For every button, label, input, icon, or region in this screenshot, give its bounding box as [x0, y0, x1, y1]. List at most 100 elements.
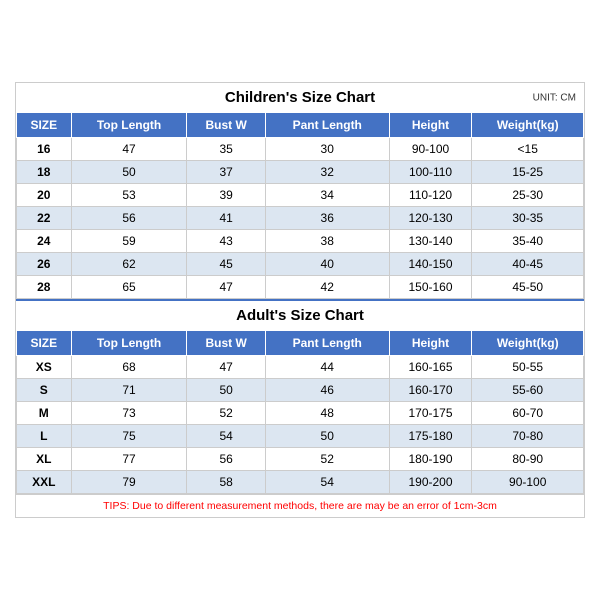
table-row: XL775652180-19080-90 [17, 448, 584, 471]
table-cell: 190-200 [389, 471, 472, 494]
table-cell: 54 [265, 471, 389, 494]
table-cell: <15 [472, 138, 584, 161]
table-cell: 110-120 [389, 184, 472, 207]
table-cell: M [17, 402, 72, 425]
table-cell: 55-60 [472, 379, 584, 402]
table-cell: 36 [265, 207, 389, 230]
table-cell: L [17, 425, 72, 448]
unit-label: UNIT: CM [533, 92, 576, 103]
table-cell: 56 [71, 207, 187, 230]
table-cell: 180-190 [389, 448, 472, 471]
table-row: XXL795854190-20090-100 [17, 471, 584, 494]
table-cell: 39 [187, 184, 265, 207]
table-row: 24594338130-14035-40 [17, 230, 584, 253]
table-cell: 140-150 [389, 253, 472, 276]
table-cell: S [17, 379, 72, 402]
table-cell: 150-160 [389, 276, 472, 299]
children-title-text: Children's Size Chart [225, 89, 375, 106]
table-cell: 175-180 [389, 425, 472, 448]
table-cell: 40 [265, 253, 389, 276]
table-cell: XXL [17, 471, 72, 494]
table-cell: 25-30 [472, 184, 584, 207]
table-cell: 38 [265, 230, 389, 253]
table-cell: 40-45 [472, 253, 584, 276]
table-cell: 90-100 [389, 138, 472, 161]
table-cell: 28 [17, 276, 72, 299]
table-cell: 68 [71, 356, 187, 379]
children-header-row: SIZE Top Length Bust W Pant Length Heigh… [17, 113, 584, 138]
table-cell: 30 [265, 138, 389, 161]
table-cell: 47 [187, 276, 265, 299]
table-cell: 75 [71, 425, 187, 448]
table-cell: 52 [265, 448, 389, 471]
table-cell: 34 [265, 184, 389, 207]
adult-header-row: SIZE Top Length Bust W Pant Length Heigh… [17, 331, 584, 356]
table-cell: 59 [71, 230, 187, 253]
table-cell: 58 [187, 471, 265, 494]
adult-col-header-pant-length: Pant Length [265, 331, 389, 356]
table-cell: 52 [187, 402, 265, 425]
table-cell: 46 [265, 379, 389, 402]
col-header-height: Height [389, 113, 472, 138]
table-cell: 60-70 [472, 402, 584, 425]
table-cell: 79 [71, 471, 187, 494]
table-cell: 73 [71, 402, 187, 425]
size-chart-container: Children's Size Chart UNIT: CM SIZE Top … [15, 82, 585, 518]
tips-text: TIPS: Due to different measurement metho… [16, 494, 584, 517]
adult-col-header-top-length: Top Length [71, 331, 187, 356]
col-header-pant-length: Pant Length [265, 113, 389, 138]
adult-size-table: SIZE Top Length Bust W Pant Length Heigh… [16, 330, 584, 494]
children-section-title: Children's Size Chart UNIT: CM [16, 83, 584, 112]
table-cell: 62 [71, 253, 187, 276]
table-cell: 160-170 [389, 379, 472, 402]
table-cell: 71 [71, 379, 187, 402]
table-row: 28654742150-16045-50 [17, 276, 584, 299]
table-cell: 35 [187, 138, 265, 161]
table-cell: 45-50 [472, 276, 584, 299]
table-row: XS684744160-16550-55 [17, 356, 584, 379]
table-cell: 50-55 [472, 356, 584, 379]
table-cell: 43 [187, 230, 265, 253]
table-cell: 56 [187, 448, 265, 471]
table-row: S715046160-17055-60 [17, 379, 584, 402]
table-cell: 42 [265, 276, 389, 299]
table-cell: 41 [187, 207, 265, 230]
table-cell: 30-35 [472, 207, 584, 230]
table-row: 22564136120-13030-35 [17, 207, 584, 230]
table-cell: 170-175 [389, 402, 472, 425]
table-cell: 18 [17, 161, 72, 184]
col-header-top-length: Top Length [71, 113, 187, 138]
table-cell: 48 [265, 402, 389, 425]
table-cell: 44 [265, 356, 389, 379]
table-cell: XS [17, 356, 72, 379]
table-cell: 130-140 [389, 230, 472, 253]
table-row: 26624540140-15040-45 [17, 253, 584, 276]
table-cell: 37 [187, 161, 265, 184]
col-header-weight: Weight(kg) [472, 113, 584, 138]
table-cell: 32 [265, 161, 389, 184]
children-size-table: SIZE Top Length Bust W Pant Length Heigh… [16, 112, 584, 299]
adult-col-header-size: SIZE [17, 331, 72, 356]
table-cell: 90-100 [472, 471, 584, 494]
adult-col-header-bust-w: Bust W [187, 331, 265, 356]
table-cell: 22 [17, 207, 72, 230]
adult-section-title: Adult's Size Chart [16, 299, 584, 330]
table-cell: 53 [71, 184, 187, 207]
table-row: 20533934110-12025-30 [17, 184, 584, 207]
table-row: 18503732100-11015-25 [17, 161, 584, 184]
table-cell: 50 [71, 161, 187, 184]
table-cell: 50 [187, 379, 265, 402]
table-cell: 47 [187, 356, 265, 379]
table-cell: 47 [71, 138, 187, 161]
table-cell: 160-165 [389, 356, 472, 379]
table-row: L755450175-18070-80 [17, 425, 584, 448]
table-cell: 65 [71, 276, 187, 299]
table-cell: 20 [17, 184, 72, 207]
table-cell: XL [17, 448, 72, 471]
table-cell: 24 [17, 230, 72, 253]
table-cell: 35-40 [472, 230, 584, 253]
table-cell: 45 [187, 253, 265, 276]
table-cell: 26 [17, 253, 72, 276]
adult-title-text: Adult's Size Chart [236, 307, 364, 324]
table-cell: 16 [17, 138, 72, 161]
